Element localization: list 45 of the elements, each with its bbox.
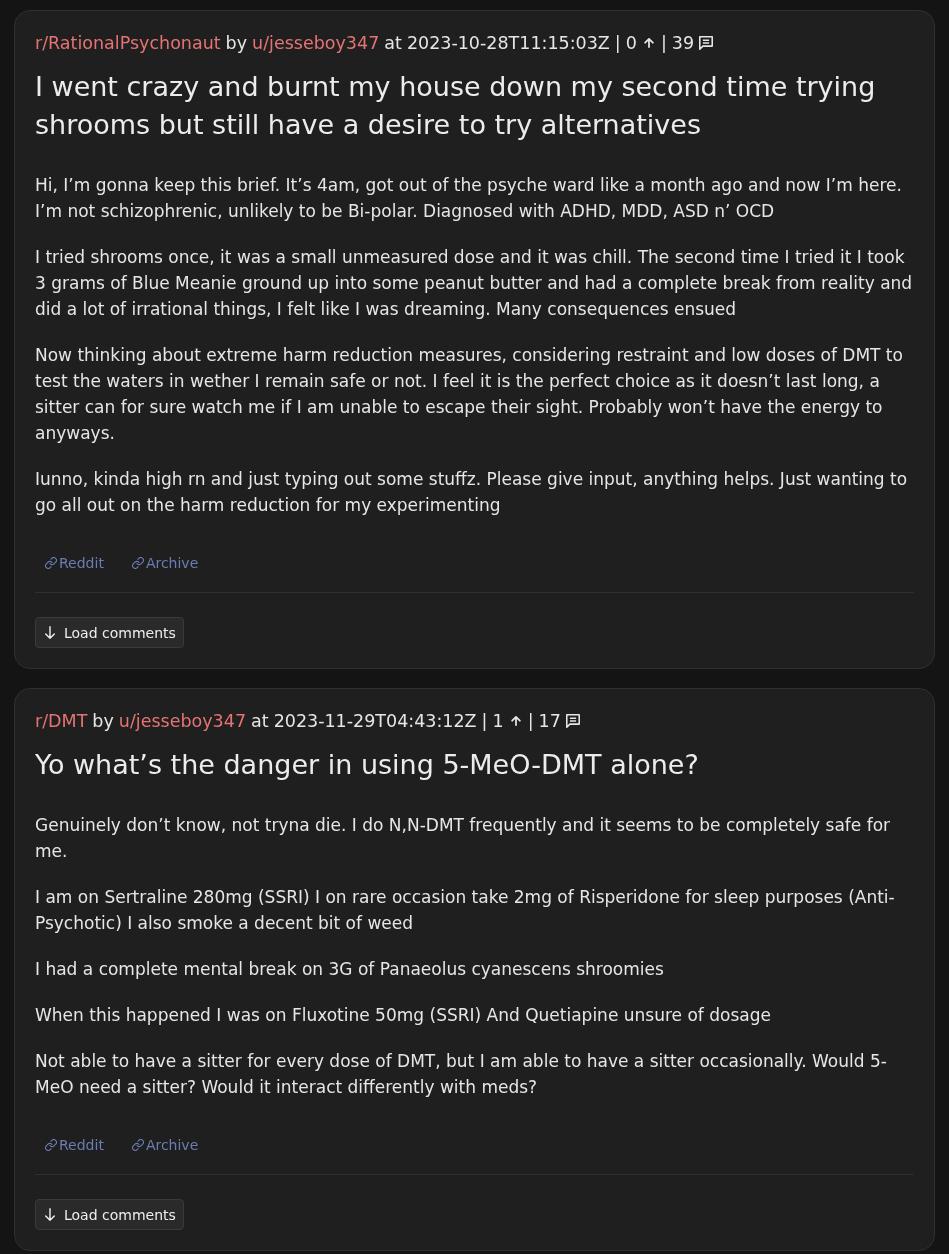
post-timestamp: 2023-11-29T04:43:12Z bbox=[273, 710, 477, 733]
separator: | bbox=[660, 32, 667, 55]
arrow-down-icon bbox=[45, 1208, 55, 1221]
post-paragraph: I had a complete mental break on 3G of Panaeolus cyanescens shroomies bbox=[35, 958, 665, 981]
post-paragraph: Not able to have a sitter for every dose of DMT, but I am able to have a sitter occasionally. Would 5-MeO need a sitter? Would it interact differently with meds? bbox=[35, 1050, 888, 1099]
separator: | bbox=[527, 710, 534, 733]
comment-icon bbox=[565, 714, 580, 728]
load-comments-button[interactable]: Load comments bbox=[35, 1199, 184, 1230]
external-link[interactable]: Archive bbox=[131, 553, 199, 573]
comment-icon bbox=[699, 36, 714, 50]
link-icon bbox=[45, 1139, 57, 1151]
external-link[interactable]: Reddit bbox=[45, 553, 104, 573]
by-label: by bbox=[225, 32, 248, 55]
upvote-arrow-icon bbox=[510, 716, 521, 726]
link-icon bbox=[131, 557, 144, 569]
arrow-down-icon bbox=[45, 626, 55, 639]
author-link[interactable]: u/jesseboy347 bbox=[252, 31, 380, 55]
post-paragraph: Iunno, kinda high rn and just typing out some stuffz. Please give input, anything helps. Just wanting to go all out on the harm reduction for my experimenting bbox=[35, 468, 909, 517]
external-link[interactable]: Reddit bbox=[45, 1135, 104, 1155]
post-paragraph: I am on Sertraline 280mg (SSRI) I on rare occasion take 2mg of Risperidone for sleep purposes (Anti-Psychotic) I also smoke a decent bit of weed bbox=[35, 886, 896, 935]
link-icon bbox=[45, 557, 57, 569]
at-label: at bbox=[251, 710, 269, 733]
by-label: by bbox=[92, 710, 114, 733]
subreddit-link[interactable]: r/RationalPsychonaut bbox=[35, 31, 221, 55]
link-icon bbox=[131, 1139, 144, 1151]
post-timestamp: 2023-10-28T11:15:03Z bbox=[406, 32, 610, 55]
external-link[interactable]: Archive bbox=[131, 1135, 199, 1155]
comment-count: 17 bbox=[538, 710, 561, 733]
post-paragraph: Now thinking about extreme harm reduction measures, considering restraint and low doses of DMT to test the waters in wether I remain safe or not. I feel it is the perfect choice as it doesn’t last long, a sitter can for sure watch me if I am unable to escape their sight. Probably won’t have the energy to anyways. bbox=[35, 344, 904, 445]
author-link[interactable]: u/jesseboy347 bbox=[118, 709, 247, 733]
comment-count: 39 bbox=[671, 32, 695, 55]
subreddit-link[interactable]: r/DMT bbox=[35, 709, 88, 733]
post-title: I went crazy and burnt my house down my second time trying shrooms but still have a desire to try alternatives bbox=[35, 70, 877, 142]
score-count: 1 bbox=[492, 710, 504, 733]
separator: | bbox=[614, 32, 621, 55]
post-paragraph: When this happened I was on Fluxotine 50mg (SSRI) And Quetiapine unsure of dosage bbox=[35, 1004, 772, 1027]
load-comments-button[interactable]: Load comments bbox=[35, 617, 184, 648]
score-count: 0 bbox=[625, 32, 637, 55]
upvote-arrow-icon bbox=[643, 38, 654, 48]
post-paragraph: Hi, I’m gonna keep this brief. It’s 4am, got out of the psyche ward like a month ago and now I’m here. I’m not schizophrenic, unlikely to be Bi-polar. Diagnosed with ADHD, MDD, ASD n’ OCD bbox=[35, 174, 903, 223]
at-label: at bbox=[384, 32, 402, 55]
separator: | bbox=[481, 710, 488, 733]
post-title: Yo what’s the danger in using 5-MeO-DMT alone? bbox=[35, 748, 700, 782]
post-paragraph: Genuinely don’t know, not tryna die. I do N,N-DMT frequently and it seems to be completely safe for me. bbox=[35, 814, 892, 863]
post-paragraph: I tried shrooms once, it was a small unmeasured dose and it was chill. The second time I tried it I took 3 grams of Blue Meanie ground up into some peanut butter and had a complete break from reality and did a lot of irrational things, I felt like I was dreaming. Many consequences ensued bbox=[35, 246, 914, 321]
